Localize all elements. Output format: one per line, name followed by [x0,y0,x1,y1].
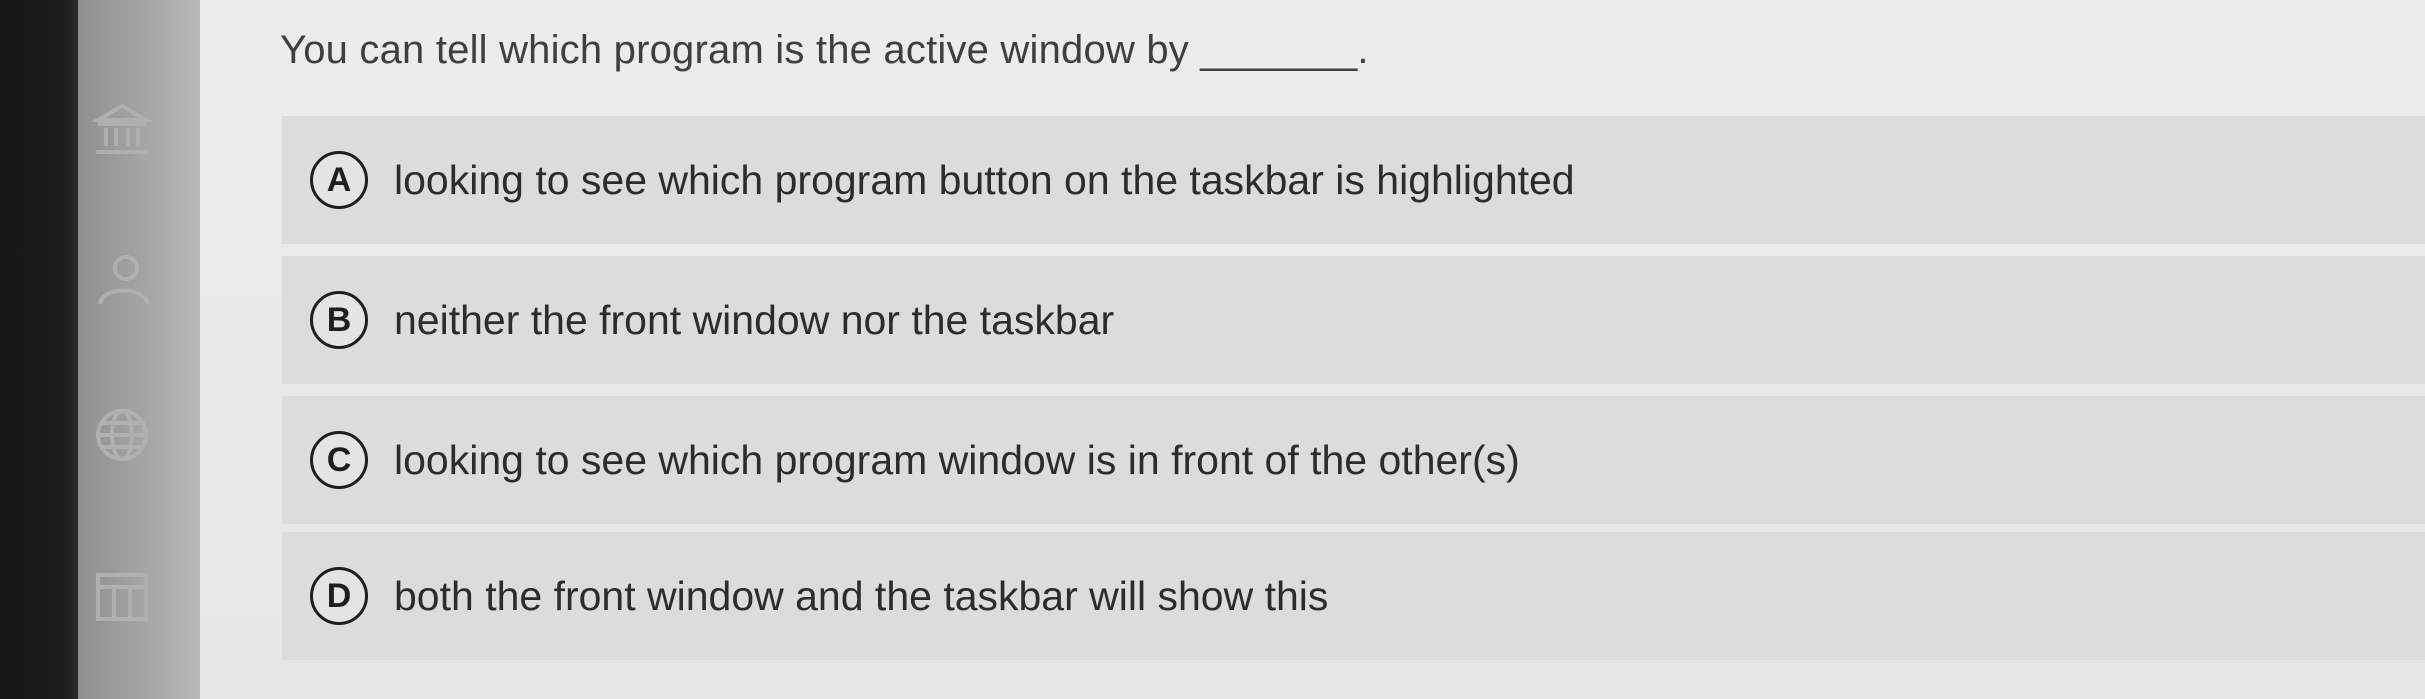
option-b[interactable]: B neither the front window nor the taskb… [282,256,2425,384]
user-icon[interactable] [92,250,152,310]
option-c[interactable]: C looking to see which program window is… [282,396,2425,524]
institution-icon[interactable] [90,100,154,160]
option-a-badge: A [310,151,368,209]
option-a-text: looking to see which program button on t… [394,156,1575,203]
globe-icon[interactable] [92,405,152,465]
quiz-content: You can tell which program is the active… [200,0,2425,699]
question-text: You can tell which program is the active… [280,28,1369,72]
option-b-text: neither the front window nor the taskbar [394,296,1115,343]
option-d-badge: D [310,567,368,625]
option-a[interactable]: A looking to see which program button on… [282,116,2425,244]
calendar-icon[interactable] [92,565,152,625]
option-c-text: looking to see which program window is i… [394,436,1520,483]
option-c-badge: C [310,431,368,489]
option-b-badge: B [310,291,368,349]
option-d-text: both the front window and the taskbar wi… [394,572,1329,619]
sidebar [78,0,258,699]
option-d[interactable]: D both the front window and the taskbar … [282,532,2425,660]
screen-bezel [0,0,78,699]
